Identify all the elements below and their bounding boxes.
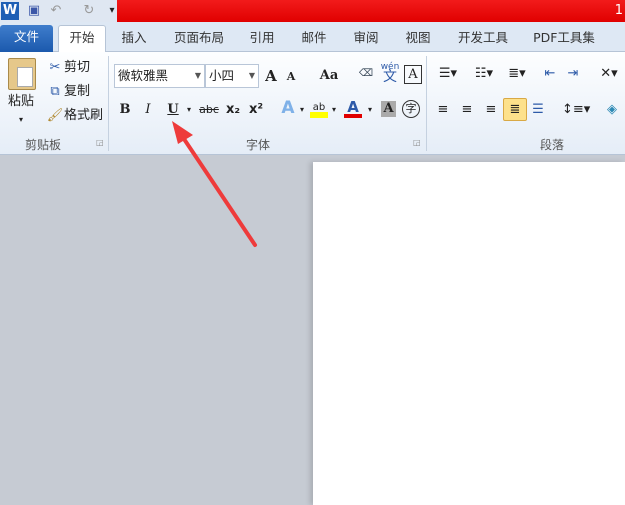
arrow-head-icon <box>172 121 193 144</box>
annotation-arrow <box>172 121 257 247</box>
arrow-shaft <box>178 131 257 247</box>
